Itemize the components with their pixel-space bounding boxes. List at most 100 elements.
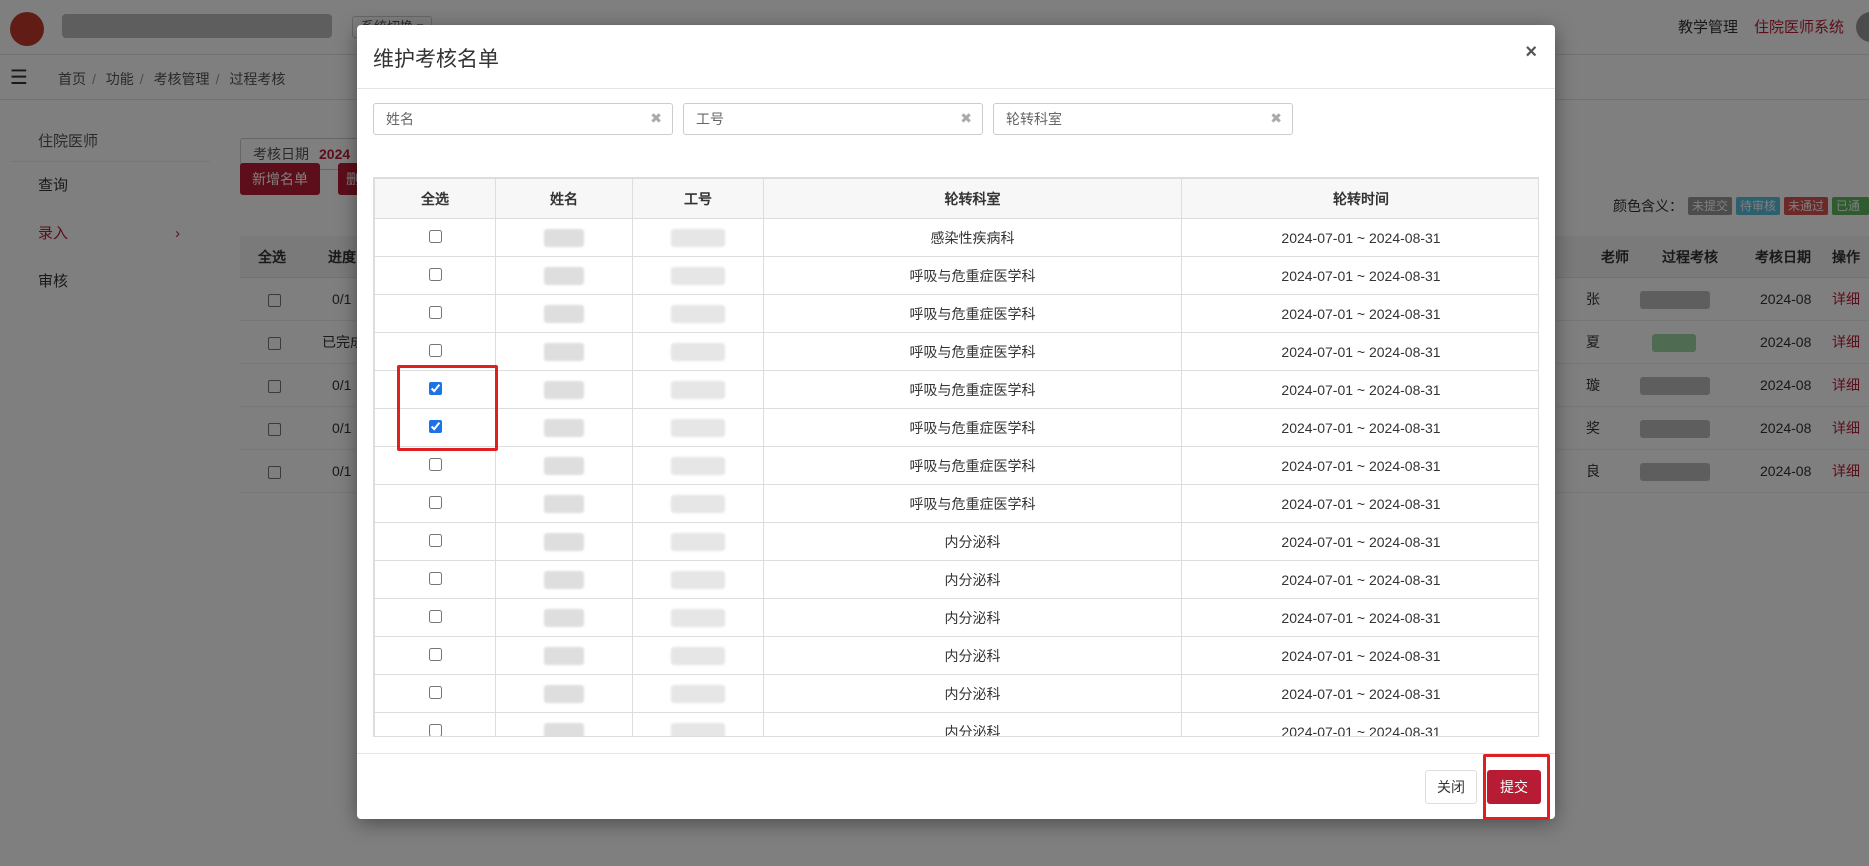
rotation-period-cell: 2024-07-01 ~ 2024-08-31 [1181, 712, 1538, 736]
row-checkbox[interactable] [428, 495, 442, 509]
row-select-cell [374, 446, 496, 485]
rotation-dept-cell: 内分泌科 [763, 522, 1182, 561]
row-select-cell [374, 522, 496, 561]
name-cell [495, 598, 633, 637]
rotation-period-header: 轮转时间 [1181, 178, 1538, 219]
row-checkbox[interactable] [428, 723, 442, 736]
row-select-cell [374, 294, 496, 333]
row-select-cell [374, 598, 496, 637]
table-row: 感染性疾病科 2024-07-01 ~ 2024-08-31 [374, 218, 1538, 257]
row-checkbox[interactable] [428, 419, 442, 433]
row-checkbox[interactable] [428, 267, 442, 281]
row-checkbox[interactable] [428, 305, 442, 319]
redacted-id [671, 304, 725, 323]
name-header: 姓名 [495, 178, 633, 219]
redacted-id [671, 494, 725, 513]
row-select-cell [374, 560, 496, 599]
name-filter: ✖ [373, 103, 673, 135]
name-cell [495, 446, 633, 485]
rotation-dept-header: 轮转科室 [763, 178, 1182, 219]
redacted-id [671, 608, 725, 627]
employee-id-search-input[interactable] [684, 104, 944, 134]
employee-id-cell [632, 256, 764, 295]
redacted-name [544, 228, 584, 247]
employee-id-header: 工号 [632, 178, 764, 219]
close-button[interactable]: 关闭 [1425, 770, 1477, 804]
row-checkbox[interactable] [428, 457, 442, 471]
rotation-dept-cell: 呼吸与危重症医学科 [763, 370, 1182, 409]
rotation-period-cell: 2024-07-01 ~ 2024-08-31 [1181, 674, 1538, 713]
redacted-name [544, 342, 584, 361]
submit-button[interactable]: 提交 [1487, 770, 1541, 804]
filter-bar: ✖ ✖ ✖ [373, 103, 1553, 137]
redacted-id [671, 342, 725, 361]
employee-id-cell [632, 446, 764, 485]
name-cell [495, 408, 633, 447]
row-select-cell [374, 332, 496, 371]
table-header-row: 全选 姓名 工号 轮转科室 轮转时间 [374, 178, 1538, 219]
redacted-id [671, 570, 725, 589]
select-all-header[interactable]: 全选 [374, 178, 496, 219]
rotation-dept-cell: 呼吸与危重症医学科 [763, 446, 1182, 485]
employee-id-cell [632, 370, 764, 409]
table-row: 内分泌科 2024-07-01 ~ 2024-08-31 [374, 522, 1538, 561]
rotation-period-cell: 2024-07-01 ~ 2024-08-31 [1181, 598, 1538, 637]
table-row: 内分泌科 2024-07-01 ~ 2024-08-31 [374, 598, 1538, 637]
redacted-name [544, 646, 584, 665]
resident-table: 全选 姓名 工号 轮转科室 轮转时间 感染性疾病科 2024-07-01 ~ 20… [374, 178, 1538, 736]
employee-id-cell [632, 522, 764, 561]
row-checkbox[interactable] [428, 533, 442, 547]
rotation-period-cell: 2024-07-01 ~ 2024-08-31 [1181, 522, 1538, 561]
redacted-id [671, 646, 725, 665]
modal-header: 维护考核名单 × [357, 25, 1555, 89]
rotation-dept-cell: 呼吸与危重症医学科 [763, 484, 1182, 523]
row-checkbox[interactable] [428, 571, 442, 585]
employee-id-cell [632, 408, 764, 447]
redacted-id [671, 684, 725, 703]
table-row: 呼吸与危重症医学科 2024-07-01 ~ 2024-08-31 [374, 446, 1538, 485]
rotation-dept-cell: 感染性疾病科 [763, 218, 1182, 257]
resident-table-scroll[interactable]: 全选 姓名 工号 轮转科室 轮转时间 感染性疾病科 2024-07-01 ~ 20… [373, 177, 1539, 737]
row-checkbox[interactable] [428, 229, 442, 243]
dept-filter: ✖ [993, 103, 1293, 135]
name-cell [495, 674, 633, 713]
table-row: 呼吸与危重症医学科 2024-07-01 ~ 2024-08-31 [374, 370, 1538, 409]
name-cell [495, 256, 633, 295]
clear-id-icon[interactable]: ✖ [960, 110, 972, 127]
row-checkbox[interactable] [428, 685, 442, 699]
table-row: 呼吸与危重症医学科 2024-07-01 ~ 2024-08-31 [374, 294, 1538, 333]
table-row: 呼吸与危重症医学科 2024-07-01 ~ 2024-08-31 [374, 484, 1538, 523]
name-search-input[interactable] [374, 104, 634, 134]
employee-id-cell [632, 712, 764, 736]
rotation-period-cell: 2024-07-01 ~ 2024-08-31 [1181, 256, 1538, 295]
redacted-name [544, 304, 584, 323]
employee-id-cell [632, 218, 764, 257]
redacted-id [671, 722, 725, 736]
redacted-name [544, 570, 584, 589]
close-icon[interactable]: × [1525, 41, 1537, 64]
row-select-cell [374, 712, 496, 736]
name-cell [495, 484, 633, 523]
clear-name-icon[interactable]: ✖ [650, 110, 662, 127]
row-select-cell [374, 674, 496, 713]
rotation-period-cell: 2024-07-01 ~ 2024-08-31 [1181, 560, 1538, 599]
rotation-dept-cell: 呼吸与危重症医学科 [763, 408, 1182, 447]
rotation-dept-cell: 呼吸与危重症医学科 [763, 294, 1182, 333]
rotation-period-cell: 2024-07-01 ~ 2024-08-31 [1181, 294, 1538, 333]
clear-dept-icon[interactable]: ✖ [1270, 110, 1282, 127]
rotation-dept-cell: 内分泌科 [763, 598, 1182, 637]
rotation-period-cell: 2024-07-01 ~ 2024-08-31 [1181, 446, 1538, 485]
row-checkbox[interactable] [428, 381, 442, 395]
rotation-dept-cell: 呼吸与危重症医学科 [763, 256, 1182, 295]
row-checkbox[interactable] [428, 609, 442, 623]
row-checkbox[interactable] [428, 647, 442, 661]
employee-id-cell [632, 484, 764, 523]
rotation-dept-cell: 内分泌科 [763, 636, 1182, 675]
table-row: 内分泌科 2024-07-01 ~ 2024-08-31 [374, 712, 1538, 736]
employee-id-cell [632, 332, 764, 371]
redacted-id [671, 380, 725, 399]
row-checkbox[interactable] [428, 343, 442, 357]
maintain-exam-list-modal: 维护考核名单 × ✖ ✖ ✖ 全选 姓名 工号 轮转科室 [357, 25, 1555, 819]
rotation-dept-search-input[interactable] [994, 104, 1254, 134]
redacted-name [544, 418, 584, 437]
